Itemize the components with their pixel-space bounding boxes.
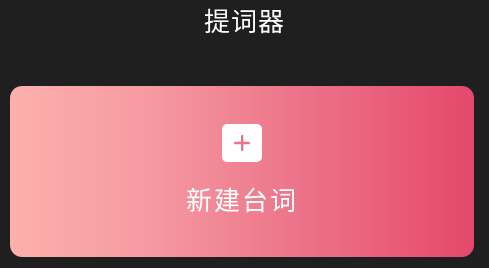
plus-icon — [234, 135, 250, 151]
add-button[interactable] — [222, 124, 262, 162]
new-script-card[interactable]: 新建台词 — [10, 86, 474, 257]
page-title: 提词器 — [203, 8, 285, 38]
teleprompter-screen: 提词器 新建台词 — [0, 0, 489, 268]
new-script-label: 新建台词 — [185, 187, 298, 217]
